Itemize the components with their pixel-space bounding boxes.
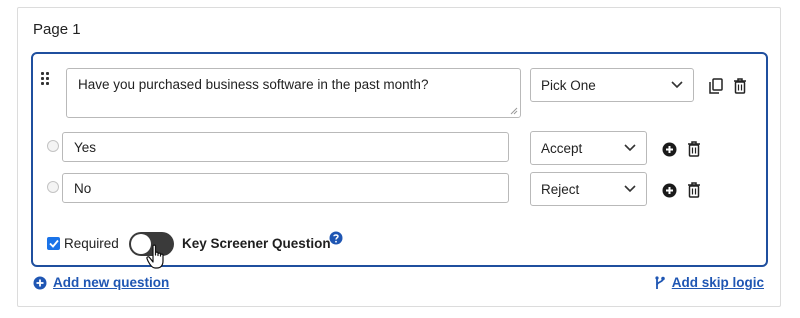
question-type-value: Pick One — [541, 77, 596, 93]
add-skip-logic-label: Add skip logic — [671, 275, 764, 290]
question-type-select[interactable]: Pick One — [530, 68, 694, 102]
option-input[interactable]: No — [62, 173, 509, 203]
trash-icon[interactable] — [731, 77, 749, 95]
option-action-value: Reject — [541, 181, 580, 197]
resize-grip-icon[interactable] — [510, 107, 518, 115]
check-icon — [48, 239, 59, 248]
page-panel: Page 1 Have you purchased business softw… — [17, 7, 781, 307]
question-card: Have you purchased business software in … — [31, 52, 768, 269]
required-checkbox[interactable] — [47, 237, 60, 250]
question-text: Have you purchased business software in … — [78, 77, 429, 92]
add-skip-logic-link[interactable]: Add skip logic — [654, 275, 764, 290]
drag-handle-icon[interactable] — [41, 72, 53, 88]
chevron-down-icon — [624, 144, 636, 152]
copy-icon[interactable] — [707, 77, 725, 95]
option-input[interactable]: Yes — [62, 132, 509, 162]
chevron-down-icon — [624, 185, 636, 193]
option-label: No — [74, 180, 92, 196]
required-label: Required — [64, 236, 119, 251]
branch-icon — [655, 275, 665, 289]
option-radio — [47, 140, 59, 152]
plus-circle-icon[interactable] — [660, 140, 678, 158]
option-action-select[interactable]: Reject — [530, 172, 647, 206]
hand-cursor-icon — [146, 244, 164, 269]
option-action-value: Accept — [541, 140, 583, 156]
plus-circle-icon[interactable] — [660, 181, 678, 199]
question-text-field[interactable]: Have you purchased business software in … — [66, 68, 521, 118]
option-label: Yes — [74, 139, 97, 155]
trash-icon[interactable] — [685, 181, 703, 199]
add-question-link[interactable]: Add new question — [33, 275, 169, 290]
add-question-label: Add new question — [53, 275, 170, 290]
option-radio — [47, 181, 59, 193]
trash-icon[interactable] — [685, 140, 703, 158]
key-screener-label: Key Screener Question — [182, 236, 331, 251]
chevron-down-icon — [671, 81, 683, 89]
plus-circle-icon — [33, 276, 47, 289]
option-action-select[interactable]: Accept — [530, 131, 647, 165]
page-title: Page 1 — [33, 21, 81, 38]
help-icon[interactable] — [329, 231, 343, 245]
